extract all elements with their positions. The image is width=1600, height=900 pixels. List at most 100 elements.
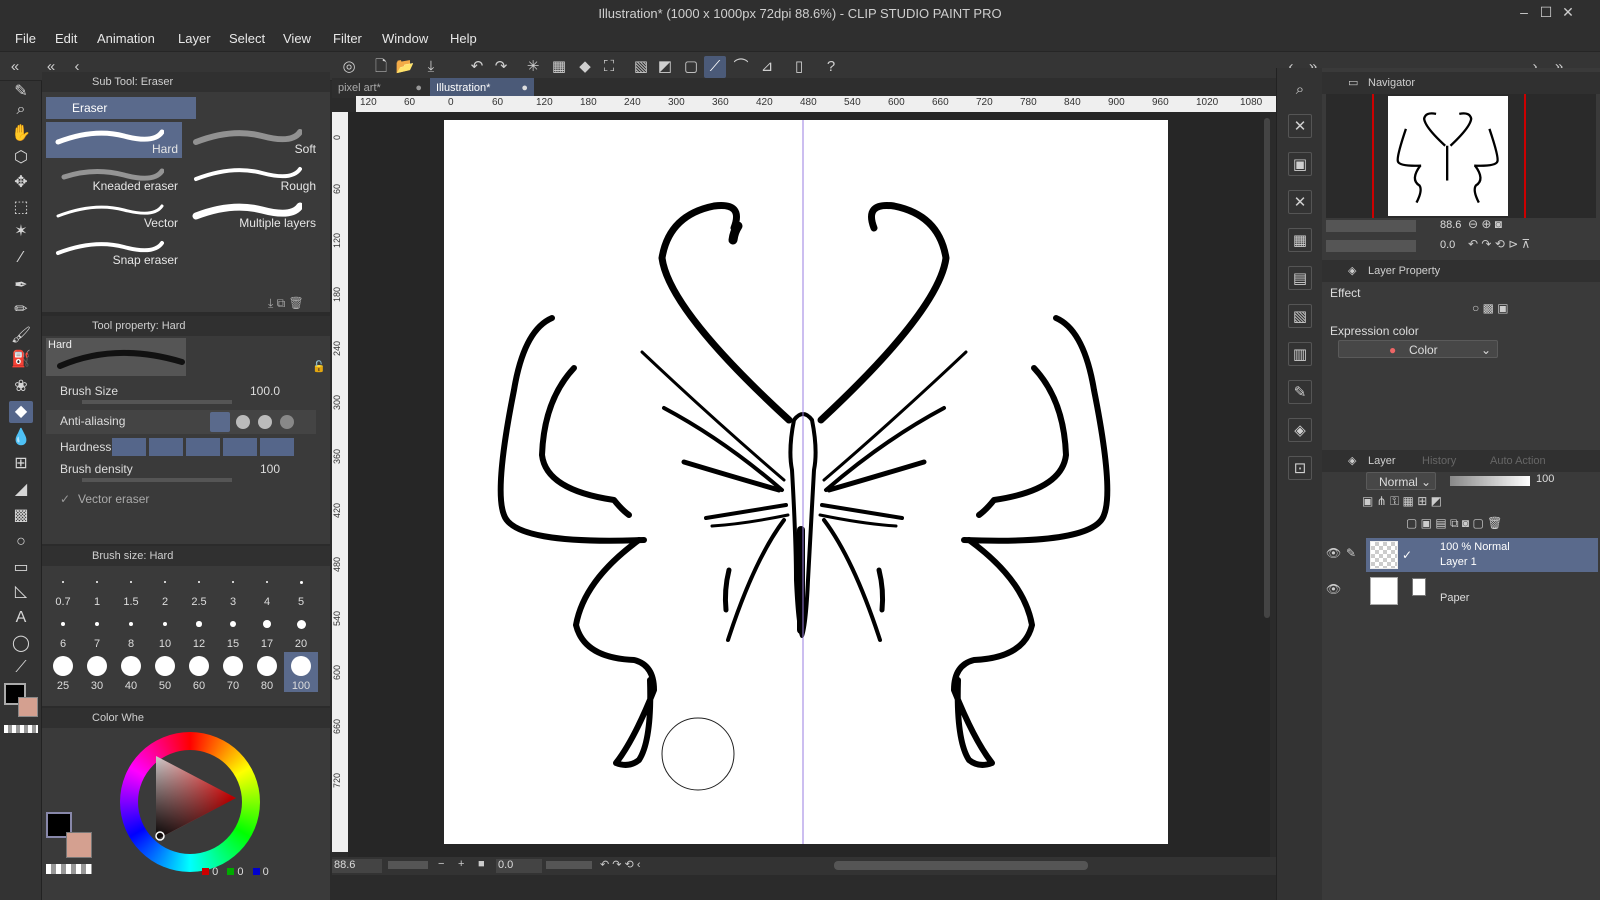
layer-property-title[interactable]: Layer Property: [1368, 260, 1440, 282]
material-icon-4[interactable]: ▦: [1288, 228, 1312, 252]
material-icon-8[interactable]: ✎: [1288, 380, 1312, 404]
vector-eraser-checkbox[interactable]: ✓: [60, 492, 70, 506]
correct-line-icon[interactable]: ⟋: [9, 657, 33, 679]
layer-row-paper[interactable]: Paper: [1366, 574, 1598, 608]
eraser-tool-icon[interactable]: ◆: [9, 401, 33, 423]
zoom-in-icon[interactable]: +: [458, 858, 464, 870]
gradient-icon[interactable]: ▩: [9, 505, 33, 527]
blend-mode-select[interactable]: Normal ⌄: [1366, 472, 1436, 490]
transparent-color-swatch[interactable]: [4, 725, 38, 733]
navigator-preview[interactable]: [1326, 94, 1596, 218]
brush-size-0.7[interactable]: 0.7: [46, 568, 80, 608]
ruler-icon[interactable]: ◺: [9, 581, 33, 603]
expression-color-select[interactable]: ● Color ⌄: [1338, 340, 1498, 358]
auto-select-icon[interactable]: ✶: [9, 221, 33, 243]
tab-close-dot-2[interactable]: ●: [521, 78, 528, 98]
tab-pixel-art[interactable]: pixel art* ●: [332, 78, 428, 98]
fit-icon[interactable]: ■: [478, 858, 485, 870]
material-icon-1[interactable]: ✕: [1288, 114, 1312, 138]
menu-animation[interactable]: Animation: [97, 31, 155, 46]
fill-icon[interactable]: ◆: [574, 56, 596, 78]
balloon-icon[interactable]: ◯: [9, 633, 33, 655]
zoom-slider[interactable]: [388, 861, 428, 869]
tab-history[interactable]: History: [1422, 450, 1456, 472]
brush-size-25[interactable]: 25: [46, 652, 80, 692]
brush-size-6[interactable]: 6: [46, 610, 80, 650]
subtool-vector[interactable]: Vector: [46, 196, 182, 232]
rotation-field[interactable]: 0.0: [496, 859, 542, 873]
brush-size-60[interactable]: 60: [182, 652, 216, 692]
vertical-scrollbar[interactable]: [1264, 118, 1270, 618]
new-file-icon[interactable]: 🗋: [370, 56, 392, 78]
invert-selection-icon[interactable]: ◩: [654, 56, 676, 78]
subtool-rough[interactable]: Rough: [184, 159, 320, 195]
horizontal-scrollbar[interactable]: [834, 861, 1088, 870]
brush-size-1.5[interactable]: 1.5: [114, 568, 148, 608]
tab-close-dot[interactable]: ●: [415, 78, 422, 98]
brush-density-slider[interactable]: [82, 478, 232, 482]
brush-icon[interactable]: 🖌: [9, 325, 33, 347]
zoom-tool-icon[interactable]: ⌕: [9, 99, 33, 121]
lock-icon[interactable]: 🔓: [312, 360, 326, 373]
brush-size-4[interactable]: 4: [250, 568, 284, 608]
menu-window[interactable]: Window: [382, 31, 428, 46]
close-icon[interactable]: ✕: [1558, 4, 1578, 22]
subtool-snap-eraser[interactable]: Snap eraser: [46, 233, 182, 269]
navigator-rotation-icons[interactable]: ↶ ↷ ⟲ ⊳ ⊼: [1468, 237, 1530, 251]
antialias-strong-button[interactable]: [280, 415, 294, 429]
menu-filter[interactable]: Filter: [333, 31, 362, 46]
help-icon[interactable]: ?: [820, 56, 842, 78]
clear-icon[interactable]: ✳: [522, 56, 544, 78]
material-icon-7[interactable]: ▥: [1288, 342, 1312, 366]
minimize-icon[interactable]: –: [1514, 4, 1534, 22]
zoom-field[interactable]: 88.6: [332, 859, 382, 873]
brush-size-15[interactable]: 15: [216, 610, 250, 650]
clip-studio-icon[interactable]: ◎: [338, 56, 360, 78]
brush-density-row[interactable]: Brush density 100: [46, 458, 316, 482]
canvas-area[interactable]: [348, 112, 1270, 857]
menu-layer[interactable]: Layer: [178, 31, 211, 46]
brush-size-80[interactable]: 80: [250, 652, 284, 692]
brush-size-2[interactable]: 2: [148, 568, 182, 608]
brush-size-17[interactable]: 17: [250, 610, 284, 650]
antialias-none-button[interactable]: [210, 412, 230, 432]
subtool-group-eraser[interactable]: Eraser: [46, 97, 196, 119]
menu-help[interactable]: Help: [450, 31, 477, 46]
blend-icon[interactable]: 💧: [9, 427, 33, 449]
layer-toolbar-icons[interactable]: ▣ ⋔ ⚿ ▦ ⊞ ◩: [1362, 494, 1442, 509]
selection-tool-icon[interactable]: ⬚: [9, 197, 33, 219]
pencil-icon[interactable]: ✏: [9, 299, 33, 321]
menu-edit[interactable]: Edit: [55, 31, 77, 46]
hardness-row[interactable]: Hardness: [46, 436, 316, 460]
decoration-icon[interactable]: ❀: [9, 376, 33, 398]
brush-size-20[interactable]: 20: [284, 610, 318, 650]
search-icon[interactable]: ⌕: [1288, 78, 1312, 102]
brush-size-row[interactable]: Brush Size 100.0: [46, 380, 316, 404]
subtool-multiple-layers[interactable]: Multiple layers: [184, 196, 320, 232]
menu-select[interactable]: Select: [229, 31, 265, 46]
deselect-icon[interactable]: ▧: [630, 56, 652, 78]
menu-file[interactable]: File: [15, 31, 36, 46]
subtool-kneaded-eraser[interactable]: Kneaded eraser: [46, 159, 182, 195]
subtool-hard[interactable]: Hard: [46, 122, 182, 158]
brush-size-slider[interactable]: [82, 400, 232, 404]
brush-size-50[interactable]: 50: [148, 652, 182, 692]
tab-layer[interactable]: Layer: [1368, 450, 1396, 472]
brush-size-10[interactable]: 10: [148, 610, 182, 650]
antialias-weak-button[interactable]: [236, 415, 250, 429]
save-icon[interactable]: ⤓: [420, 56, 442, 78]
brush-size-30[interactable]: 30: [80, 652, 114, 692]
airbrush-icon[interactable]: ⛽: [9, 349, 33, 371]
brush-size-8[interactable]: 8: [114, 610, 148, 650]
device-icon[interactable]: ▯: [788, 56, 810, 78]
material-icon-6[interactable]: ▧: [1288, 304, 1312, 328]
rotation-slider[interactable]: [546, 861, 592, 869]
navigator-zoom-slider[interactable]: [1326, 220, 1416, 232]
object-tool-icon[interactable]: ⬡: [9, 147, 33, 169]
canvas-paper[interactable]: [444, 120, 1168, 844]
zoom-out-icon[interactable]: −: [438, 858, 444, 870]
move-tool-icon[interactable]: ✥: [9, 172, 33, 194]
show-selection-icon[interactable]: ▢: [680, 56, 702, 78]
brush-size-3[interactable]: 3: [216, 568, 250, 608]
brush-size-2.5[interactable]: 2.5: [182, 568, 216, 608]
